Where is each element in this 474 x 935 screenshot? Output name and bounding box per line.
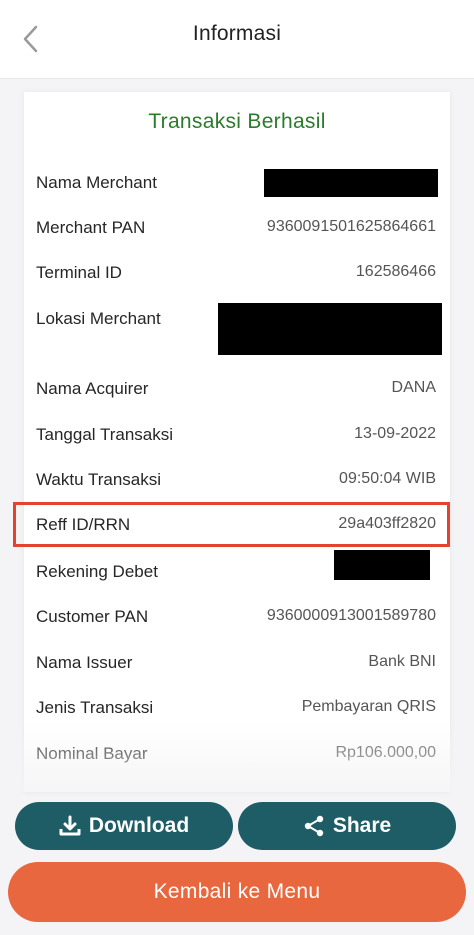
share-icon [304,815,324,837]
back-to-menu-label: Kembali ke Menu [153,880,321,903]
row-merchant-pan: Merchant PAN 936009150162586466​1 [36,218,442,248]
share-button[interactable]: Share [238,802,456,850]
transaction-status-title: Transaksi Berhasil [148,110,326,133]
download-button[interactable]: Download [15,802,233,850]
row-value: Pembayaran QRIS [301,698,436,715]
row-label: Nama Merchant [36,173,157,192]
row-nominal-bayar: Nominal Bayar Rp106.000,00 [36,744,442,774]
row-value: 936009150162586466​1 [266,218,436,235]
row-nama-acquirer: Nama Acquirer DANA [36,379,442,409]
row-value: 162586466 [355,263,436,280]
row-value: DANA [391,379,436,396]
download-label: Download [88,814,190,837]
row-label: Rekening Debet [36,562,158,581]
highlight-box [13,502,450,547]
row-nama-issuer: Nama Issuer Bank BNI [36,653,442,683]
row-label: Nominal Bayar [36,744,148,763]
row-value: Rp106.000,00 [335,744,436,761]
row-waktu-transaksi: Waktu Transaksi 09:50:04 WIB [36,470,442,500]
row-lokasi-merchant: Lokasi Merchant [36,303,442,355]
row-tanggal-transaksi: Tanggal Transaksi 13-09-2022 [36,425,442,455]
row-label: Terminal ID [36,263,122,282]
row-terminal-id: Terminal ID 162586466 [36,263,442,293]
row-label: Customer PAN [36,607,149,626]
row-jenis-transaksi: Jenis Transaksi Pembayaran QRIS [36,698,442,728]
row-label: Waktu Transaksi [36,470,162,489]
row-value: Bank BNI [368,653,436,670]
row-customer-pan: Customer PAN 9360000913001589780 [36,607,442,637]
download-icon [59,815,81,836]
row-value: 9360000913001589780 [266,607,436,624]
redacted-block [218,303,442,355]
transaction-card: Transaksi Berhasil Nama Merchant Merchan… [24,92,450,792]
row-label: Merchant PAN [36,218,146,237]
row-label: Tanggal Transaksi [36,425,174,444]
row-nama-merchant: Nama Merchant [36,169,442,203]
row-value: 09:50:04 WIB [339,470,436,487]
redacted-block [264,169,438,197]
row-value: 13-09-2022 [354,425,436,442]
row-label: Jenis Transaksi [36,698,154,717]
share-label: Share [332,814,392,837]
redacted-block [334,550,430,580]
back-to-menu-button[interactable]: Kembali ke Menu [8,862,466,922]
row-label: Nama Acquirer [36,379,149,398]
top-bar: Informasi [0,0,474,79]
row-rekening-debet: Rekening Debet [36,550,442,592]
row-label: Lokasi Merchant [36,309,161,328]
page-title: Informasi [192,22,282,45]
row-label: Nama Issuer [36,653,133,672]
